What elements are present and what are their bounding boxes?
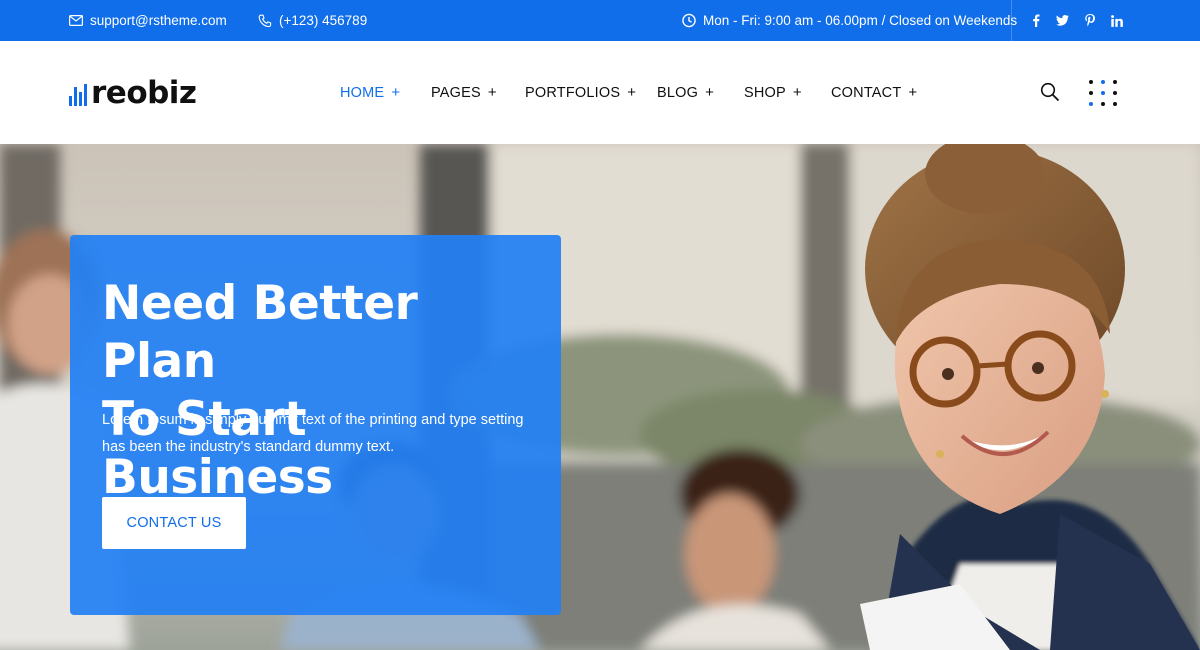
linkedin-icon[interactable] xyxy=(1103,0,1130,41)
topbar-email-text: support@rstheme.com xyxy=(90,13,227,28)
mail-icon xyxy=(69,14,83,28)
phone-icon xyxy=(258,14,272,28)
plus-icon: + xyxy=(627,84,637,101)
nav-pages-label: PAGES xyxy=(431,84,481,101)
top-bar: support@rstheme.com (+123) 456789 Mon - … xyxy=(0,0,1200,41)
nav-blog[interactable]: BLOG + xyxy=(657,41,714,144)
twitter-icon[interactable] xyxy=(1049,0,1076,41)
plus-icon: + xyxy=(391,84,401,101)
hero-title: Need Better Plan To Start Business xyxy=(102,275,542,507)
facebook-icon[interactable] xyxy=(1022,0,1049,41)
hero-description: Lorem Ipsum is simply dummy text of the … xyxy=(102,412,524,455)
nav-contact-label: CONTACT xyxy=(831,84,902,101)
nav-shop-label: SHOP xyxy=(744,84,786,101)
nav-home-label: HOME xyxy=(340,84,385,101)
hero-card: Need Better Plan To Start Business Lorem… xyxy=(70,235,561,615)
main-nav: HOME + PAGES + PORTFOLIOS + BLOG + SHOP … xyxy=(0,41,1200,144)
topbar-phone-text: (+123) 456789 xyxy=(279,13,368,28)
nav-home[interactable]: HOME + xyxy=(340,41,400,144)
topbar-email[interactable]: support@rstheme.com xyxy=(69,0,227,41)
plus-icon: + xyxy=(705,84,715,101)
contact-us-button[interactable]: CONTACT US xyxy=(102,497,246,549)
nav-contact[interactable]: CONTACT + xyxy=(831,41,917,144)
nav-portfolios-label: PORTFOLIOS xyxy=(525,84,621,101)
plus-icon: + xyxy=(487,84,497,101)
nav-portfolios[interactable]: PORTFOLIOS + xyxy=(525,41,636,144)
search-icon[interactable] xyxy=(1040,82,1060,102)
hero-banner: Need Better Plan To Start Business Lorem… xyxy=(0,144,1200,650)
pinterest-icon[interactable] xyxy=(1076,0,1103,41)
plus-icon: + xyxy=(792,84,802,101)
main-header: reobiz HOME + PAGES + PORTFOLIOS + BLOG … xyxy=(0,41,1200,144)
nav-pages[interactable]: PAGES + xyxy=(431,41,497,144)
offcanvas-menu-dots-icon[interactable] xyxy=(1085,77,1121,109)
plus-icon: + xyxy=(908,84,918,101)
topbar-hours-text: Mon - Fri: 9:00 am - 06.00pm / Closed on… xyxy=(703,13,1018,28)
topbar-hours: Mon - Fri: 9:00 am - 06.00pm / Closed on… xyxy=(682,0,1017,41)
nav-blog-label: BLOG xyxy=(657,84,699,101)
clock-icon xyxy=(682,13,696,28)
hero-title-line1: Need Better Plan xyxy=(102,276,418,389)
social-links xyxy=(1022,0,1130,41)
nav-shop[interactable]: SHOP + xyxy=(744,41,802,144)
topbar-divider xyxy=(1011,0,1012,41)
topbar-phone[interactable]: (+123) 456789 xyxy=(258,0,367,41)
